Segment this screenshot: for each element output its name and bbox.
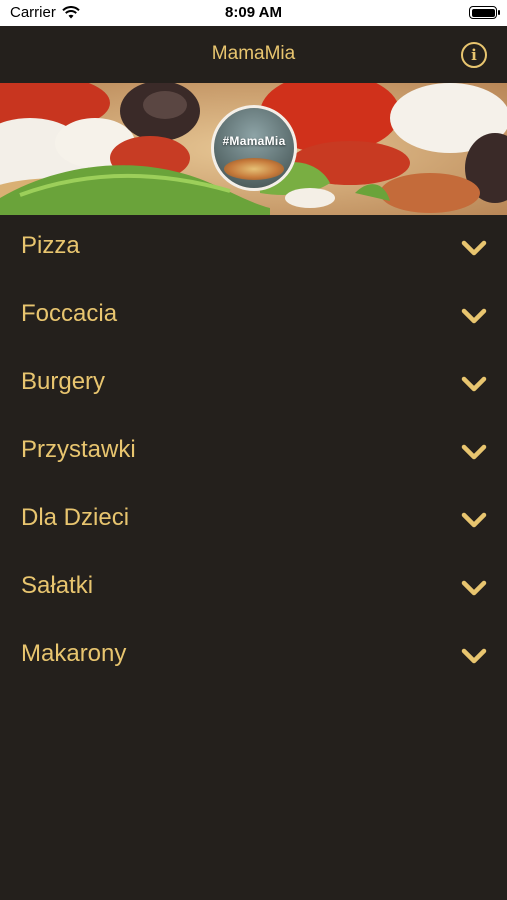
menu-category-label: Sałatki bbox=[21, 572, 94, 599]
menu-category-przystawki[interactable]: Przystawki bbox=[0, 419, 507, 487]
menu-category-label: Foccacia bbox=[21, 300, 118, 327]
chevron-down-icon bbox=[461, 444, 487, 460]
info-icon: i bbox=[471, 46, 477, 64]
chevron-down-icon bbox=[461, 648, 487, 664]
menu-category-burgery[interactable]: Burgery bbox=[0, 351, 507, 419]
chevron-down-icon bbox=[461, 308, 487, 324]
menu-category-label: Pizza bbox=[21, 232, 80, 259]
status-time: 8:09 AM bbox=[225, 4, 282, 21]
logo-text: #MamaMia bbox=[222, 134, 286, 148]
menu-category-label: Makarony bbox=[21, 640, 127, 667]
menu-category-foccacia[interactable]: Foccacia bbox=[0, 283, 507, 351]
menu-category-salatki[interactable]: Sałatki bbox=[0, 555, 507, 623]
chevron-down-icon bbox=[461, 580, 487, 596]
status-bar: Carrier 8:09 AM bbox=[0, 0, 507, 26]
navigation-bar: MamaMia i bbox=[0, 26, 507, 83]
menu-category-list: Pizza Foccacia Burgery Przystawki Dla Dz… bbox=[0, 215, 507, 691]
menu-category-makarony[interactable]: Makarony bbox=[0, 623, 507, 691]
logo-pizza-image bbox=[224, 158, 284, 180]
restaurant-logo: #MamaMia bbox=[211, 105, 297, 191]
chevron-down-icon bbox=[461, 240, 487, 256]
header-banner-image: #MamaMia bbox=[0, 83, 507, 215]
menu-category-label: Przystawki bbox=[21, 436, 136, 463]
menu-category-label: Burgery bbox=[21, 368, 106, 395]
chevron-down-icon bbox=[461, 376, 487, 392]
menu-category-label: Dla Dzieci bbox=[21, 504, 130, 531]
page-title: MamaMia bbox=[211, 43, 296, 64]
chevron-down-icon bbox=[461, 512, 487, 528]
info-button[interactable]: i bbox=[461, 42, 487, 68]
menu-category-pizza[interactable]: Pizza bbox=[0, 215, 507, 283]
menu-category-dla-dzieci[interactable]: Dla Dzieci bbox=[0, 487, 507, 555]
battery-icon bbox=[469, 6, 500, 19]
